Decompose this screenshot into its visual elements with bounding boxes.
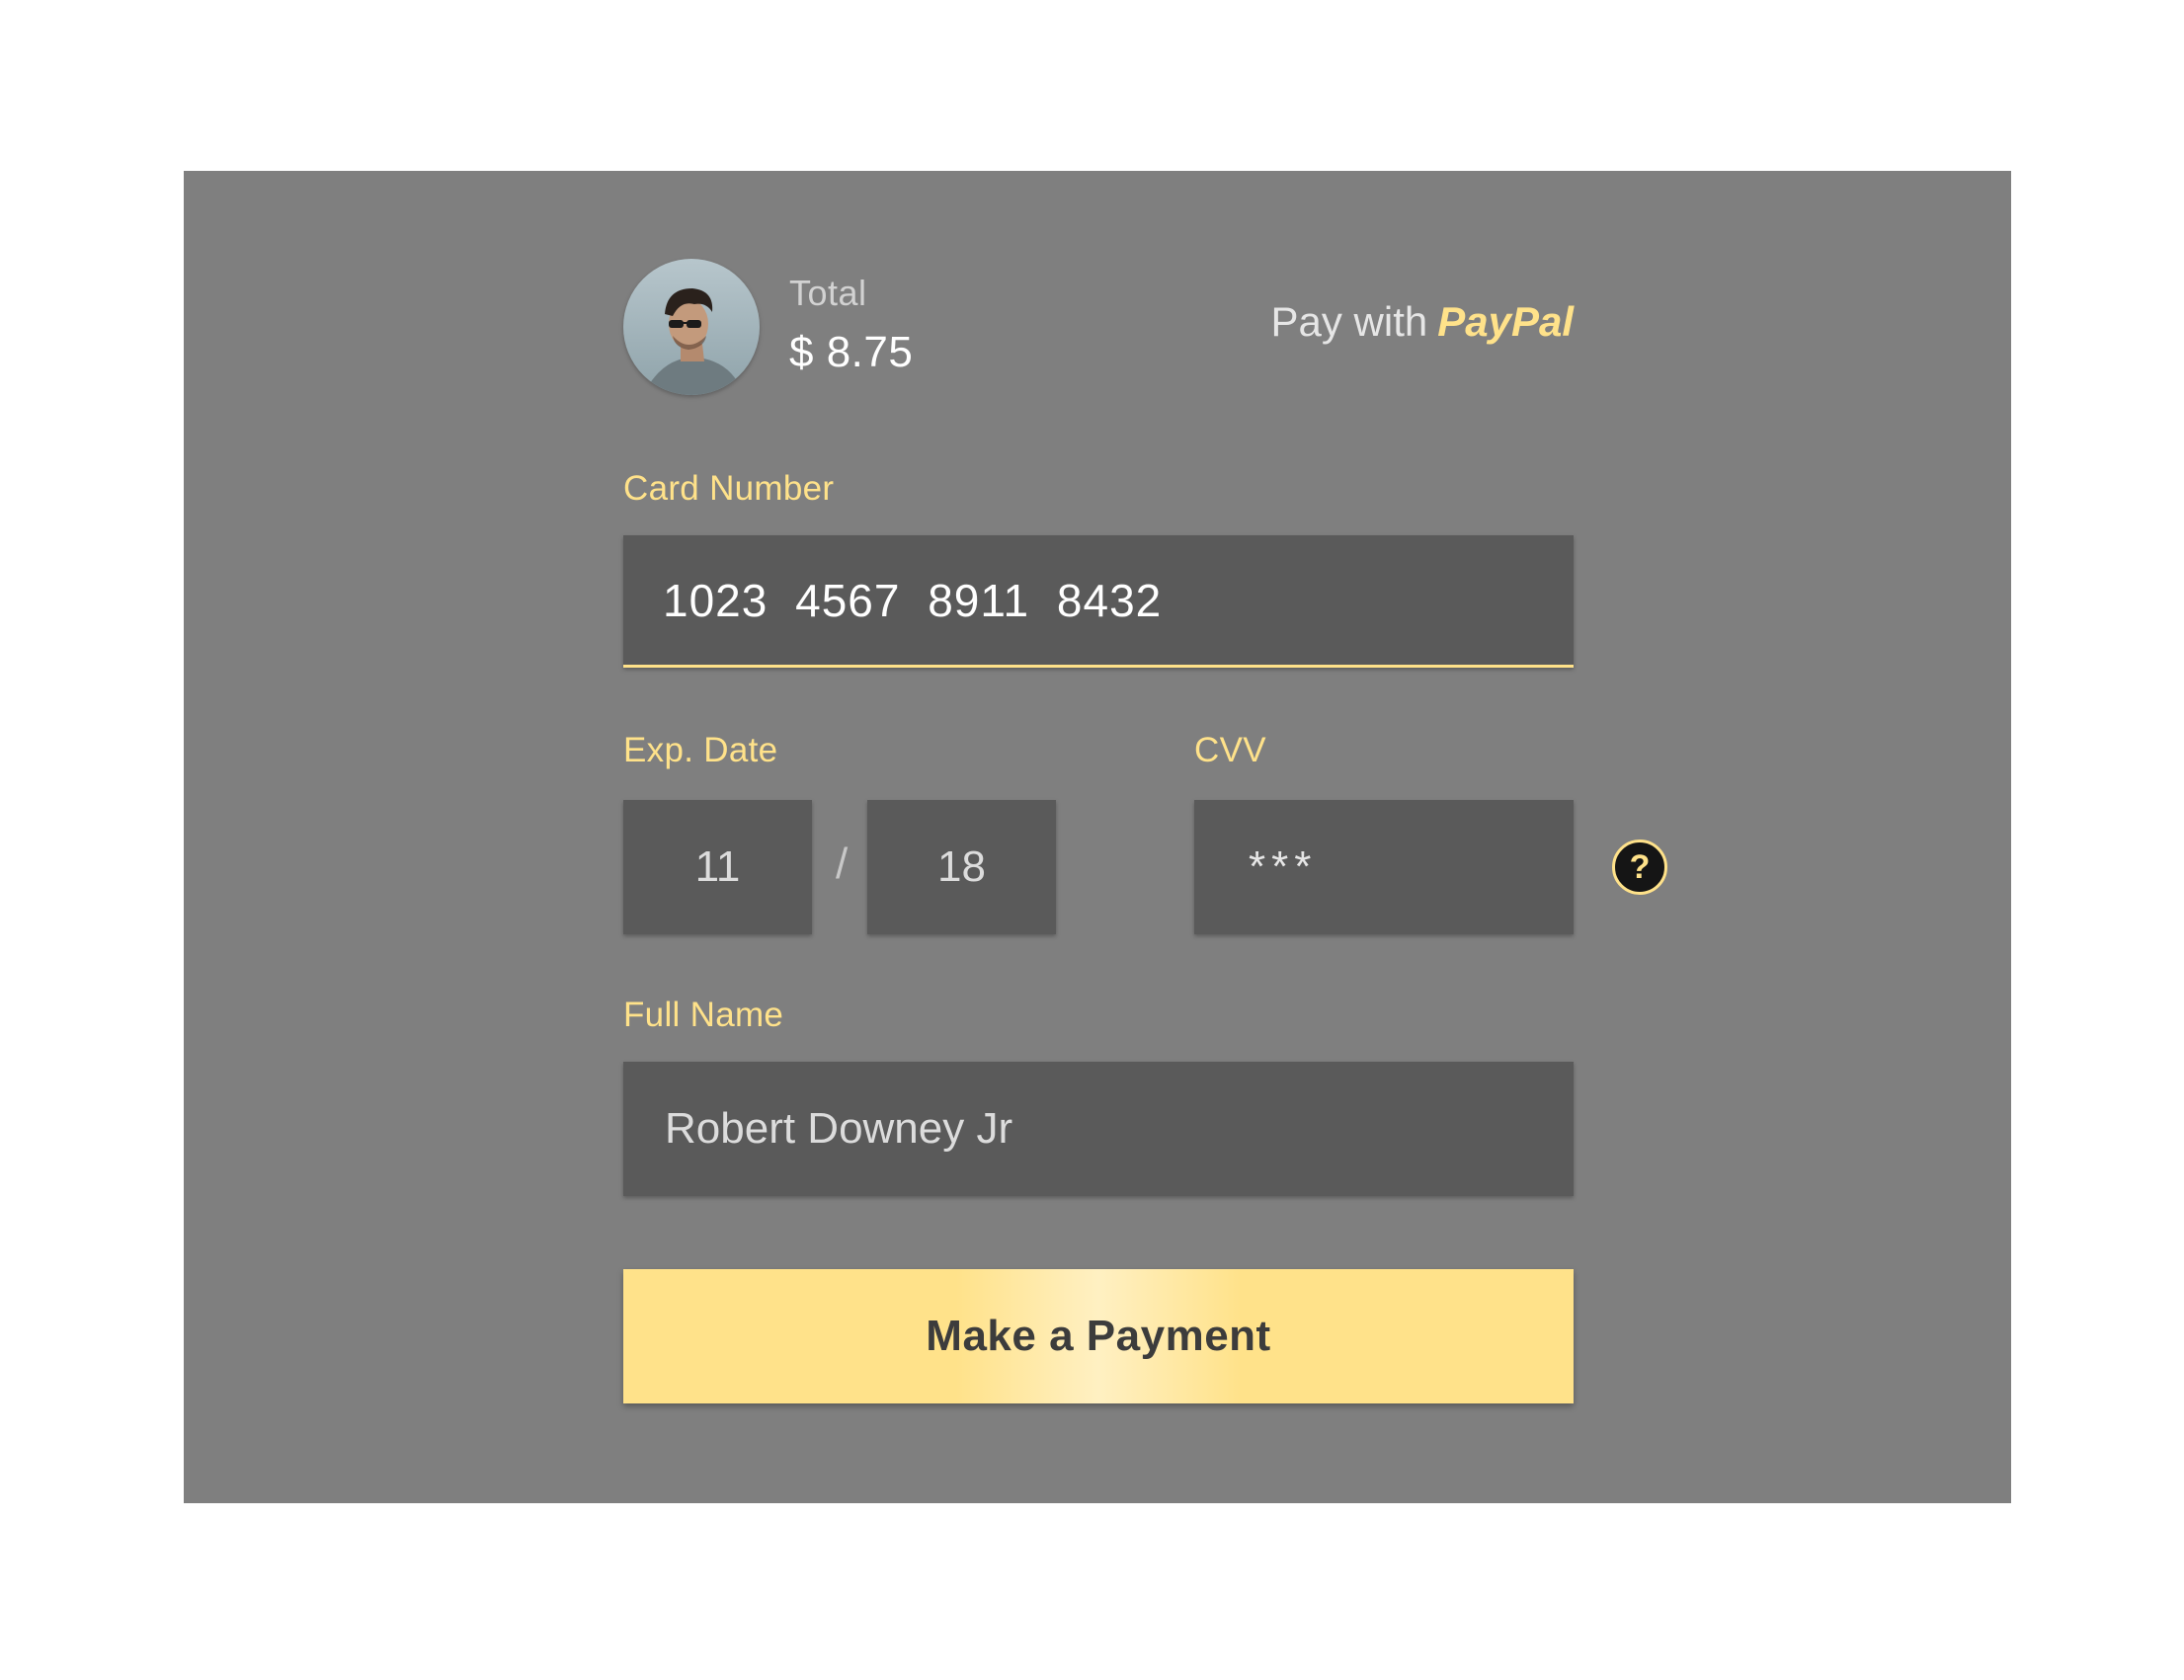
- avatar: [623, 259, 760, 395]
- payment-form: Total $ 8.75 Pay with PayPal Card Number …: [623, 259, 1667, 1403]
- total-amount: $ 8.75: [789, 328, 914, 376]
- full-name-input[interactable]: Robert Downey Jr: [623, 1062, 1574, 1196]
- exp-month-input[interactable]: 11: [623, 800, 812, 934]
- cvv-value: ***: [1249, 842, 1318, 891]
- card-number-input[interactable]: 1023 4567 8911 8432: [623, 535, 1574, 668]
- total-label: Total: [789, 273, 867, 313]
- cvv-input[interactable]: ***: [1194, 800, 1574, 934]
- avatar-photo: [623, 259, 760, 395]
- help-symbol: ?: [1629, 847, 1651, 886]
- question-mark-circle-icon[interactable]: ?: [1612, 840, 1667, 895]
- paypal-brand: PayPal: [1437, 298, 1574, 345]
- make-payment-label: Make a Payment: [926, 1312, 1271, 1360]
- exp-month-value: 11: [694, 842, 741, 891]
- full-name-label: Full Name: [623, 996, 784, 1034]
- card-number-value: 1023 4567 8911 8432: [663, 574, 1163, 626]
- cvv-label: CVV: [1194, 731, 1266, 769]
- full-name-value: Robert Downey Jr: [665, 1104, 1013, 1153]
- pay-with-paypal-link[interactable]: Pay with PayPal: [1270, 298, 1574, 346]
- exp-date-separator: /: [836, 840, 849, 888]
- exp-date-label: Exp. Date: [623, 731, 778, 769]
- exp-year-input[interactable]: 18: [867, 800, 1056, 934]
- card-number-label: Card Number: [623, 469, 835, 508]
- pay-with-label: Pay with: [1270, 298, 1428, 345]
- exp-year-value: 18: [937, 842, 986, 891]
- payment-panel: Total $ 8.75 Pay with PayPal Card Number …: [184, 171, 2011, 1503]
- make-payment-button[interactable]: Make a Payment: [623, 1269, 1574, 1403]
